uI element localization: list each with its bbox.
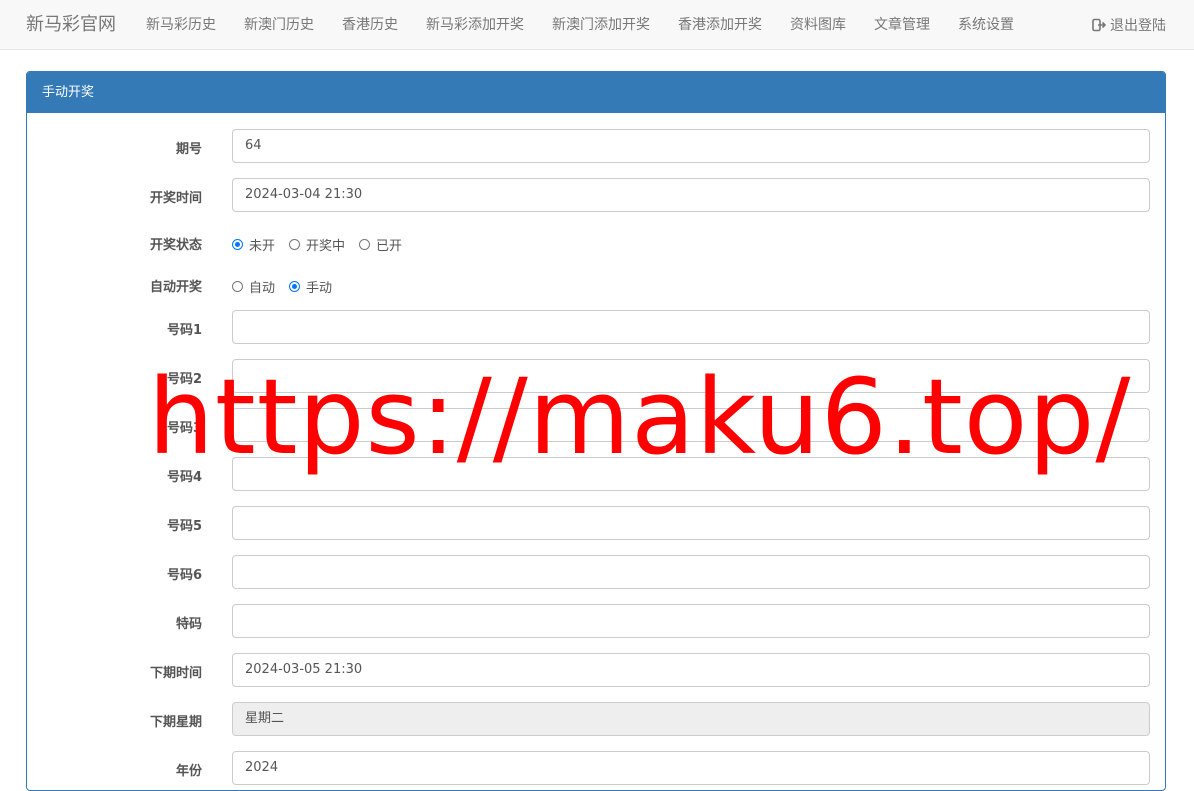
radio-unchecked-icon[interactable]: [359, 239, 371, 250]
draw-time-label: 开奖时间: [149, 191, 202, 206]
draw-status-option-drawing[interactable]: 开奖中: [289, 235, 345, 254]
next-time-input[interactable]: 2024-03-05 21:30: [232, 653, 1150, 687]
radio-label: 已开: [376, 239, 403, 254]
number-4-input[interactable]: [232, 457, 1150, 491]
auto-draw-radio-group: 自动 手动: [232, 277, 346, 296]
number-2-label: 号码2: [166, 372, 202, 387]
panel-title: 手动开奖: [27, 72, 1165, 113]
nav-hongkong-history[interactable]: 香港历史: [328, 0, 412, 50]
number-6-input[interactable]: [232, 555, 1150, 589]
year-input[interactable]: 2024: [232, 751, 1150, 785]
next-time-label: 下期时间: [149, 666, 202, 681]
brand-logo[interactable]: 新马彩官网: [26, 13, 116, 37]
radio-unchecked-icon[interactable]: [232, 281, 243, 292]
auto-draw-option-auto[interactable]: 自动: [232, 277, 275, 296]
radio-checked-icon[interactable]: [232, 239, 243, 250]
number-5-label: 号码5: [166, 519, 202, 534]
number-5-input[interactable]: [232, 506, 1150, 540]
issue-label: 期号: [175, 142, 202, 157]
nav-hongkong-add-draw[interactable]: 香港添加开奖: [664, 0, 776, 50]
radio-label: 开奖中: [306, 239, 346, 254]
number-4-label: 号码4: [166, 470, 202, 485]
logout-label: 退出登陆: [1110, 18, 1166, 34]
top-navbar: 新马彩官网 新马彩历史 新澳门历史 香港历史 新马彩添加开奖 新澳门添加开奖 香…: [0, 0, 1194, 50]
draw-status-option-not-drawn[interactable]: 未开: [232, 235, 275, 254]
number-3-input[interactable]: [232, 408, 1150, 442]
nav-system-settings[interactable]: 系统设置: [944, 0, 1028, 50]
radio-unchecked-icon[interactable]: [289, 239, 301, 250]
next-weekday-label: 下期星期: [149, 715, 202, 730]
nav-macau-history[interactable]: 新澳门历史: [230, 0, 328, 50]
next-weekday-input: 星期二: [232, 702, 1150, 736]
nav-gallery[interactable]: 资料图库: [776, 0, 860, 50]
year-label: 年份: [175, 764, 202, 779]
nav-article-management[interactable]: 文章管理: [860, 0, 944, 50]
draw-status-option-drawn[interactable]: 已开: [359, 235, 402, 254]
radio-label: 自动: [249, 281, 276, 296]
draw-status-radio-group: 未开 开奖中 已开: [232, 235, 416, 254]
radio-label: 手动: [306, 281, 333, 296]
number-1-input[interactable]: [232, 310, 1150, 344]
number-2-input[interactable]: [232, 359, 1150, 393]
radio-checked-icon[interactable]: [289, 281, 301, 292]
special-input[interactable]: [232, 604, 1150, 638]
logout-button[interactable]: 退出登陆: [1092, 0, 1166, 50]
number-3-label: 号码3: [166, 421, 202, 436]
auto-draw-label: 自动开奖: [149, 280, 202, 295]
number-6-label: 号码6: [166, 568, 202, 583]
auto-draw-option-manual[interactable]: 手动: [289, 277, 332, 296]
nav-macau-add-draw[interactable]: 新澳门添加开奖: [538, 0, 664, 50]
special-label: 特码: [175, 617, 202, 632]
manual-draw-panel: 手动开奖 期号 64 开奖时间 2024-03-04 21:30 开奖状态 未开…: [26, 71, 1166, 791]
nav-xinmacai-add-draw[interactable]: 新马彩添加开奖: [412, 0, 538, 50]
draw-status-label: 开奖状态: [149, 238, 202, 253]
number-1-label: 号码1: [166, 323, 202, 338]
nav-menu: 新马彩历史 新澳门历史 香港历史 新马彩添加开奖 新澳门添加开奖 香港添加开奖 …: [132, 0, 1028, 50]
sign-out-icon: [1092, 18, 1106, 32]
issue-input[interactable]: 64: [232, 129, 1150, 163]
draw-time-input[interactable]: 2024-03-04 21:30: [232, 178, 1150, 212]
nav-xinmacai-history[interactable]: 新马彩历史: [132, 0, 230, 50]
radio-label: 未开: [249, 239, 276, 254]
